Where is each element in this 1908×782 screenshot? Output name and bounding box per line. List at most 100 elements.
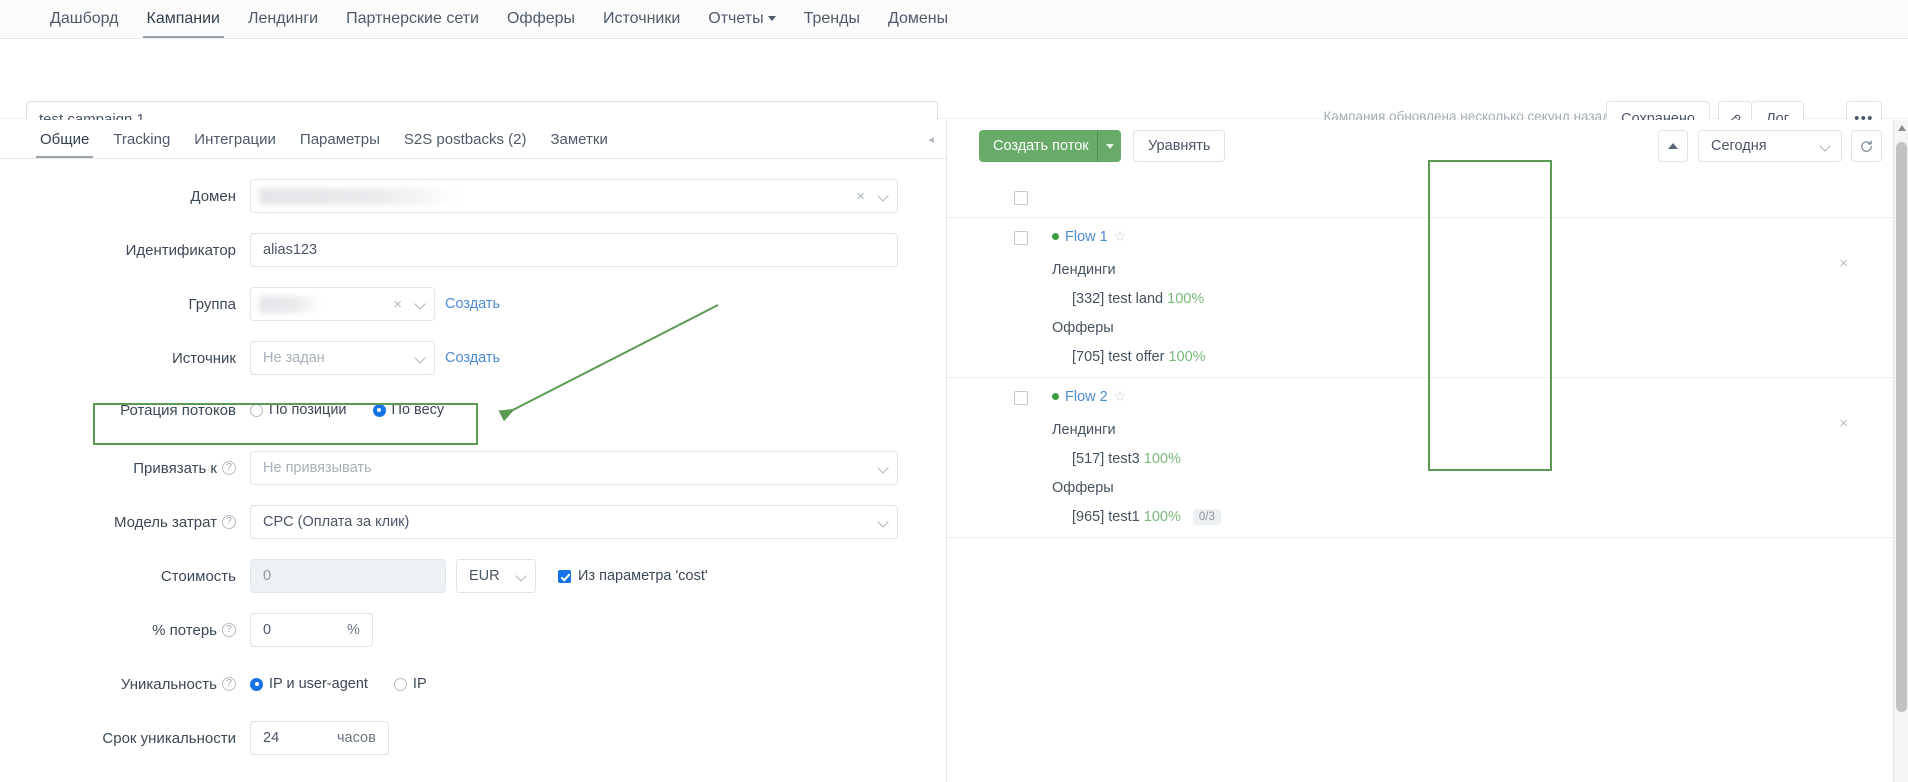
row-checkbox[interactable] xyxy=(1014,391,1028,405)
status-dot-icon xyxy=(1052,233,1059,240)
clear-icon[interactable]: × xyxy=(856,188,865,206)
source-select[interactable]: Не задан xyxy=(250,341,435,375)
rotation-option-by-weight[interactable]: По весу xyxy=(372,402,444,418)
tab-integrations[interactable]: Интеграции xyxy=(182,120,288,158)
radio-icon[interactable] xyxy=(250,403,263,417)
refresh-button[interactable] xyxy=(1851,130,1882,162)
checkbox-icon-checked[interactable] xyxy=(558,569,571,583)
flows-toolbar: Создать поток Уравнять Сегодня xyxy=(947,120,1908,178)
nav-item-landings[interactable]: Лендинги xyxy=(234,0,332,38)
uniqueness-option-ip-ua[interactable]: IP и user-agent xyxy=(250,676,368,692)
nav-item-sources[interactable]: Источники xyxy=(589,0,694,38)
tab-label: Tracking xyxy=(113,131,171,148)
select-all-checkbox[interactable] xyxy=(1014,191,1028,205)
chevron-down-icon xyxy=(877,462,889,474)
rotation-radio-group: По позиции По весу xyxy=(250,402,444,418)
help-icon[interactable]: ? xyxy=(222,515,236,529)
group-select[interactable]: × xyxy=(250,287,435,321)
nav-item-dashboard[interactable]: Дашборд xyxy=(36,0,133,38)
help-icon[interactable]: ? xyxy=(222,677,236,691)
loss-pct-input[interactable]: 0 xyxy=(250,613,335,647)
flow-name-link[interactable]: Flow 1 xyxy=(1065,229,1108,245)
tab-s2s-postbacks[interactable]: S2S postbacks (2) xyxy=(392,120,539,158)
bind-to-select[interactable]: Не привязывать xyxy=(250,451,898,485)
star-icon[interactable]: ☆ xyxy=(1114,228,1127,245)
uniq-period-input[interactable]: 24 xyxy=(250,721,325,755)
nav-item-reports[interactable]: Отчеты xyxy=(694,0,789,38)
currency-select[interactable]: EUR xyxy=(456,559,536,593)
stats-collapse-toggle[interactable] xyxy=(1658,130,1688,162)
identifier-input[interactable]: alias123 xyxy=(250,233,898,267)
period-select[interactable]: Сегодня xyxy=(1698,130,1842,162)
cost-from-param-checkbox[interactable]: Из параметра 'cost' xyxy=(558,568,708,584)
rotation-label: Ротация потоков xyxy=(120,401,236,419)
tab-notes[interactable]: Заметки xyxy=(538,120,619,158)
tab-label: Интеграции xyxy=(194,131,276,148)
field-row-identifier: Идентификатор alias123 xyxy=(0,223,946,277)
vertical-scrollbar[interactable] xyxy=(1893,120,1908,782)
uniq-period-value: 24 xyxy=(263,730,280,746)
radio-icon[interactable] xyxy=(393,677,407,691)
currency-value: EUR xyxy=(469,568,500,584)
offer-name: [965] test1 xyxy=(1072,509,1140,525)
landing-item: [517] test3 100% xyxy=(1072,451,1181,467)
loss-pct-suffix: % xyxy=(335,613,373,647)
chevron-down-icon xyxy=(877,516,889,528)
radio-icon-checked[interactable] xyxy=(372,403,386,417)
offer-item: [965] test1 100% 0/3 xyxy=(1072,509,1221,526)
collapse-panel-icon[interactable]: ◄ xyxy=(926,136,936,146)
rotation-option-label: По позиции xyxy=(269,402,347,418)
tab-tracking[interactable]: Tracking xyxy=(101,120,182,158)
help-icon[interactable]: ? xyxy=(222,623,236,637)
create-flow-dropdown-button[interactable] xyxy=(1097,130,1121,162)
tab-general[interactable]: Общие xyxy=(28,120,101,158)
status-dot-icon xyxy=(1052,393,1059,400)
nav-item-trends[interactable]: Тренды xyxy=(790,0,874,38)
create-source-link[interactable]: Создать xyxy=(445,350,500,366)
clear-icon[interactable]: × xyxy=(393,296,402,314)
identifier-value: alias123 xyxy=(263,242,318,258)
scroll-up-arrow-icon[interactable] xyxy=(1898,125,1906,131)
nav-item-domains[interactable]: Домены xyxy=(874,0,962,38)
loss-pct-text: % потерь xyxy=(152,621,217,639)
remove-flow-icon[interactable]: × xyxy=(1839,255,1848,272)
create-flow-label: Создать поток xyxy=(993,138,1089,154)
create-group-link[interactable]: Создать xyxy=(445,296,500,312)
tab-label: S2S postbacks (2) xyxy=(403,131,527,148)
offer-name: [705] test offer xyxy=(1072,349,1165,365)
nav-item-campaigns[interactable]: Кампании xyxy=(133,0,235,38)
bind-to-text: Привязать к xyxy=(133,459,217,477)
uniqueness-option-ip[interactable]: IP xyxy=(393,676,427,692)
flows-pane: Создать поток Уравнять Сегодня В xyxy=(947,120,1908,782)
row-checkbox-cell xyxy=(1014,391,1028,405)
domain-select[interactable]: × xyxy=(250,179,898,213)
chevron-down-icon xyxy=(414,298,426,310)
cost-model-select[interactable]: CPC (Оплата за клик) xyxy=(250,505,898,539)
chevron-down-icon xyxy=(515,570,527,582)
scrollbar-thumb[interactable] xyxy=(1896,142,1907,712)
nav-label: Дашборд xyxy=(50,10,119,27)
cost-input[interactable]: 0 xyxy=(250,559,446,593)
field-row-domain: Домен × xyxy=(0,169,946,223)
row-checkbox[interactable] xyxy=(1014,231,1028,245)
period-value: Сегодня xyxy=(1711,138,1767,154)
equalize-button[interactable]: Уравнять xyxy=(1133,130,1226,162)
remove-flow-icon[interactable]: × xyxy=(1839,415,1848,432)
help-icon[interactable]: ? xyxy=(222,461,236,475)
uniq-period-suffix: часов xyxy=(325,721,389,755)
nav-label: Отчеты xyxy=(708,10,764,27)
star-icon[interactable]: ☆ xyxy=(1114,388,1127,405)
rotation-option-by-position[interactable]: По позиции xyxy=(250,402,347,418)
nav-item-affiliate-networks[interactable]: Партнерские сети xyxy=(332,0,493,38)
cost-from-param-label: Из параметра 'cost' xyxy=(578,568,708,584)
nav-item-offers[interactable]: Офферы xyxy=(493,0,589,38)
offer-item: [705] test offer 100% xyxy=(1072,349,1206,365)
select-all-checkbox-cell xyxy=(1014,191,1028,205)
tab-parameters[interactable]: Параметры xyxy=(288,120,392,158)
nav-label: Лендинги xyxy=(248,10,319,27)
radio-icon-checked[interactable] xyxy=(250,677,263,691)
flow-name-link[interactable]: Flow 2 xyxy=(1065,389,1108,405)
offer-percent: 100% xyxy=(1143,509,1181,525)
identifier-label: Идентификатор xyxy=(125,241,236,259)
create-flow-button[interactable]: Создать поток xyxy=(979,130,1103,162)
